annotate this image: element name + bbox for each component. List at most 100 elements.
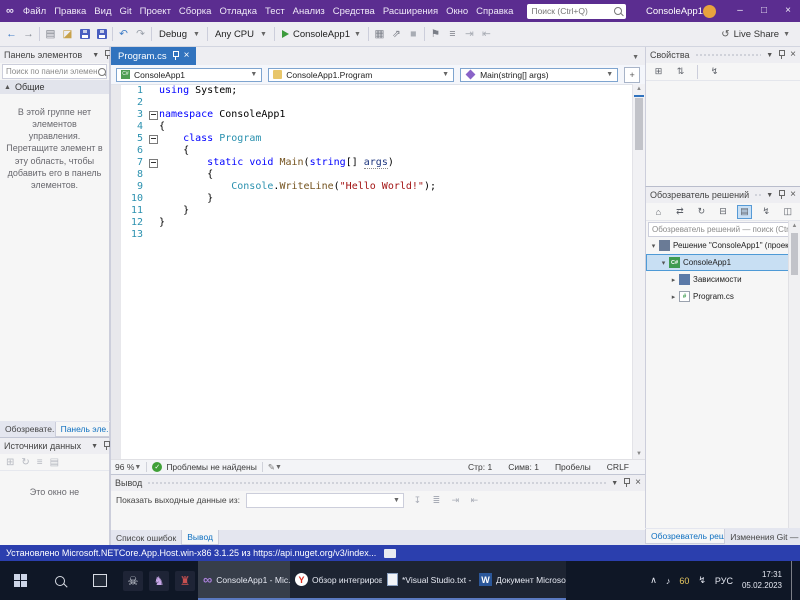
project-dropdown[interactable]: ConsoleApp1 ▼ xyxy=(116,67,263,82)
code-text[interactable]: namespace ConsoleApp1 xyxy=(159,109,285,121)
expander-icon[interactable]: ▸ xyxy=(669,293,678,301)
pin-icon[interactable] xyxy=(778,190,786,200)
taskbar-app-yandex-browser[interactable]: Y Обзор интегриров... xyxy=(290,561,382,600)
minimize-button[interactable]: – xyxy=(728,0,752,22)
toolbox-search-input[interactable]: Поиск по панели элемен xyxy=(2,64,107,79)
quick-search-input[interactable]: Поиск (Ctrl+Q) xyxy=(527,3,626,19)
window-position-icon[interactable]: ▼ xyxy=(91,443,98,450)
outdent-icon[interactable]: ⇤ xyxy=(478,26,495,43)
close-icon[interactable]: × xyxy=(790,190,796,200)
profiler-icon[interactable]: ▦ xyxy=(371,26,388,43)
right-tab-1[interactable]: Изменения Git — п... xyxy=(725,530,800,544)
type-dropdown[interactable]: ConsoleApp1.Program ▼ xyxy=(268,67,455,82)
code-editor[interactable]: 1 using System; 2 3 namespace ConsoleApp1 4{5… xyxy=(111,85,645,460)
pin-icon[interactable] xyxy=(103,441,111,451)
language-indicator[interactable]: РУС xyxy=(715,576,733,586)
clear-all-icon[interactable]: ≣ xyxy=(429,493,444,507)
tree-item[interactable]: ▾ Решение "ConsoleApp1" (проекты: 1 из 1) xyxy=(646,237,789,254)
stop-icon[interactable]: ■ xyxy=(405,26,422,43)
breakpoint-margin[interactable] xyxy=(111,121,121,133)
configure-icon[interactable]: ≡ xyxy=(37,457,43,468)
code-text[interactable]: static void Main(string[] args) xyxy=(159,157,394,169)
breakpoint-margin[interactable] xyxy=(111,229,121,241)
close-button[interactable]: × xyxy=(776,0,800,22)
start-button[interactable] xyxy=(0,561,40,600)
new-project-icon[interactable]: ▤ xyxy=(42,26,59,43)
hidden-icons-chevron[interactable]: ∧ xyxy=(650,575,657,586)
right-tab-0[interactable]: Обозреватель реше... xyxy=(645,529,726,544)
breakpoint-margin[interactable] xyxy=(111,133,121,145)
switch-views-icon[interactable]: ⇄ xyxy=(673,205,688,219)
menu-item-0[interactable]: Файл xyxy=(19,6,50,17)
menu-item-12[interactable]: Справка xyxy=(472,6,517,17)
indent-icon[interactable]: ⇥ xyxy=(461,26,478,43)
task-view-button[interactable] xyxy=(80,561,120,600)
maximize-button[interactable]: □ xyxy=(752,0,776,22)
scroll-down-icon[interactable]: ▼ xyxy=(633,449,645,459)
solution-scrollbar[interactable]: ▲ xyxy=(788,221,800,528)
forward-arrow-icon[interactable]: → xyxy=(20,26,37,43)
add-data-source-icon[interactable]: ⊞ xyxy=(6,457,14,468)
breakpoint-margin[interactable] xyxy=(111,205,121,217)
output-source-dropdown[interactable]: ▼ xyxy=(245,492,404,508)
list-members-icon[interactable]: ≡ xyxy=(444,26,461,43)
menu-item-1[interactable]: Правка xyxy=(50,6,90,17)
code-text[interactable]: using System; xyxy=(159,85,237,97)
drag-grip[interactable] xyxy=(694,53,762,57)
redo-icon[interactable]: ↷ xyxy=(132,26,149,43)
pin-icon[interactable] xyxy=(172,51,179,61)
refresh-icon[interactable]: ↻ xyxy=(694,205,709,219)
solution-search-input[interactable]: Обозреватель решений — поиск (Ctrl+» xyxy=(648,222,798,237)
show-all-files-icon[interactable]: ▤ xyxy=(737,204,752,219)
live-share-button[interactable]: ↺ Live Share ▼ xyxy=(721,29,800,40)
breakpoint-margin[interactable] xyxy=(111,85,121,97)
menu-item-4[interactable]: Проект xyxy=(136,6,175,17)
document-list-dropdown-icon[interactable]: ▼ xyxy=(632,54,645,65)
scrollbar-thumb[interactable] xyxy=(791,233,798,275)
home-icon[interactable]: ⌂ xyxy=(651,205,666,219)
menu-item-11[interactable]: Окно xyxy=(442,6,472,17)
taskbar-app-word[interactable]: W Документ Microso... xyxy=(474,561,566,600)
bookmark-icon[interactable]: ⚑ xyxy=(427,26,444,43)
debug-configuration-dropdown[interactable]: Debug ▼ xyxy=(154,26,205,43)
bottom-tab-1[interactable]: Вывод xyxy=(181,530,219,545)
collapse-region-icon[interactable] xyxy=(148,134,158,144)
taskbar-app-notepad[interactable]: *Visual Studio.txt - ... xyxy=(382,561,474,600)
background-task-indicator[interactable] xyxy=(384,548,397,558)
breakpoint-margin[interactable] xyxy=(111,181,121,193)
scroll-up-icon[interactable]: ▲ xyxy=(633,84,645,94)
breakpoint-margin[interactable] xyxy=(111,193,121,205)
left-tab-1[interactable]: Панель эле... xyxy=(54,421,110,437)
bottom-tab-0[interactable]: Список ошибок xyxy=(111,531,181,545)
drag-grip[interactable] xyxy=(754,193,762,197)
platform-dropdown[interactable]: Any CPU ▼ xyxy=(210,26,272,43)
collapse-region-icon[interactable] xyxy=(148,110,158,120)
collapse-all-icon[interactable]: ⊟ xyxy=(716,205,731,219)
close-tab-icon[interactable]: × xyxy=(184,51,190,61)
pin-icon[interactable] xyxy=(623,478,631,488)
spaces-indicator[interactable]: Пробелы xyxy=(555,462,591,472)
grid-view-icon[interactable]: ▤ xyxy=(50,457,59,468)
menu-item-7[interactable]: Тест xyxy=(261,6,289,17)
breakpoint-margin[interactable] xyxy=(111,157,121,169)
eol-indicator[interactable]: CRLF xyxy=(607,462,629,472)
menu-item-8[interactable]: Анализ xyxy=(289,6,329,17)
breakpoint-margin[interactable] xyxy=(111,145,121,157)
code-text[interactable]: { xyxy=(159,169,213,181)
toolbox-group-general[interactable]: ▲ Общие xyxy=(0,80,109,94)
health-status-label[interactable]: Проблемы не найдены xyxy=(166,462,257,472)
drag-grip[interactable] xyxy=(147,481,607,485)
code-text[interactable]: } xyxy=(159,193,213,205)
split-window-button[interactable]: + xyxy=(624,66,641,83)
menu-item-9[interactable]: Средства xyxy=(329,6,379,17)
clock[interactable]: 17:31 05.02.2023 xyxy=(742,570,782,591)
close-icon[interactable]: × xyxy=(790,50,796,60)
taskbar-app-visual-studio[interactable]: ∞ ConsoleApp1 - Mic... xyxy=(198,561,290,600)
breakpoint-margin[interactable] xyxy=(111,217,121,229)
user-avatar[interactable] xyxy=(703,4,716,18)
member-dropdown[interactable]: Main(string[] args) ▼ xyxy=(460,67,619,82)
code-text[interactable]: { xyxy=(159,145,189,157)
zoom-level-dropdown[interactable]: 96 % xyxy=(115,462,134,472)
menu-item-2[interactable]: Вид xyxy=(90,6,115,17)
property-pages-icon[interactable]: ↯ xyxy=(707,65,722,79)
